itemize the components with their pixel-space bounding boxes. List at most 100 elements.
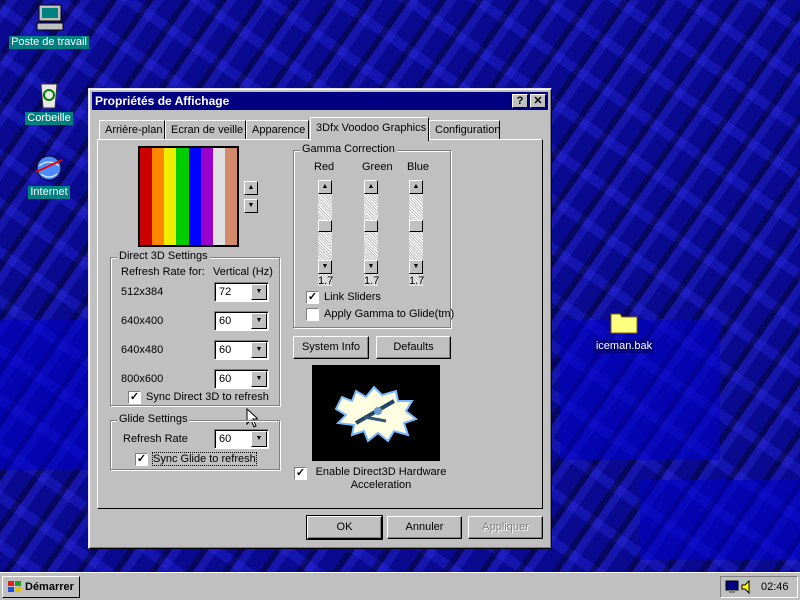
gamma-red-label: Red bbox=[314, 161, 335, 173]
sync-glide-checkbox[interactable]: ✓ bbox=[135, 453, 148, 466]
window-titlebar[interactable]: Propriétés de Affichage ? ✕ bbox=[92, 92, 548, 110]
gamma-green-thumb[interactable] bbox=[364, 220, 378, 232]
gamma-blue-down-button[interactable]: ▼ bbox=[409, 260, 423, 274]
sync-direct3d-checkbox[interactable]: ✓ bbox=[128, 391, 141, 404]
color-bar bbox=[164, 148, 177, 245]
resolution-label-512x384: 512x384 bbox=[121, 286, 164, 298]
refresh-select-800x600[interactable]: 60 ▼ bbox=[214, 369, 269, 389]
recycle-bin-icon bbox=[33, 78, 65, 110]
volume-speaker-icon[interactable] bbox=[740, 580, 754, 594]
vertical-hz-label: Vertical (Hz) bbox=[213, 266, 273, 278]
color-bar bbox=[212, 148, 225, 245]
color-bar bbox=[188, 148, 201, 245]
link-sliders-label: Link Sliders bbox=[324, 291, 381, 303]
gamma-red-up-button[interactable]: ▲ bbox=[318, 180, 332, 194]
folder-icon bbox=[608, 306, 640, 338]
tab-arriere-plan[interactable]: Arrière-plan bbox=[99, 120, 165, 140]
start-label: Démarrer bbox=[25, 581, 74, 593]
resolution-label-640x480: 640x480 bbox=[121, 344, 164, 356]
chevron-down-icon[interactable]: ▼ bbox=[251, 284, 267, 300]
gamma-green-label: Green bbox=[362, 161, 393, 173]
desktop-icon-label: Internet bbox=[28, 186, 70, 199]
desktop-pattern bbox=[640, 480, 800, 560]
gamma-blue-thumb[interactable] bbox=[409, 220, 423, 232]
color-bars-preview bbox=[138, 146, 239, 247]
desktop-icon-label: iceman.bak bbox=[593, 340, 655, 353]
close-button[interactable]: ✕ bbox=[530, 94, 546, 108]
enable-d3d-label: Enable Direct3D Hardware Acceleration bbox=[315, 466, 447, 491]
sync-direct3d-label: Sync Direct 3D to refresh bbox=[146, 391, 269, 403]
resolution-label-800x600: 800x600 bbox=[121, 373, 164, 385]
refresh-select-512x384[interactable]: 72 ▼ bbox=[214, 282, 269, 302]
gamma-green-value: 1.7 bbox=[364, 275, 380, 287]
gamma-green-up-button[interactable]: ▲ bbox=[364, 180, 378, 194]
desktop-icon-recycle-bin[interactable]: Corbeille bbox=[7, 78, 91, 125]
windows-logo-icon bbox=[8, 581, 21, 592]
preview-spin-up-button[interactable]: ▲ bbox=[244, 181, 258, 195]
apply-button[interactable]: Appliquer bbox=[468, 516, 543, 539]
desktop-icon-label: Poste de travail bbox=[9, 36, 89, 49]
tab-panel-3dfx: ▲ ▼ Direct 3D Settings Refresh Rate for:… bbox=[97, 139, 543, 509]
refresh-select-640x400[interactable]: 60 ▼ bbox=[214, 311, 269, 331]
desktop-pattern bbox=[0, 320, 90, 470]
desktop-icon-my-computer[interactable]: Poste de travail bbox=[7, 2, 91, 49]
chevron-down-icon[interactable]: ▼ bbox=[251, 371, 267, 387]
chevron-down-icon[interactable]: ▼ bbox=[251, 342, 267, 358]
tab-3dfx-voodoo-graphics[interactable]: 3Dfx Voodoo Graphics bbox=[310, 117, 429, 141]
refresh-rate-for-label: Refresh Rate for: bbox=[121, 266, 205, 278]
window-title: Propriétés de Affichage bbox=[95, 94, 230, 108]
chevron-down-icon[interactable]: ▼ bbox=[251, 313, 267, 329]
gamma-green-down-button[interactable]: ▼ bbox=[364, 260, 378, 274]
taskbar: Démarrer 02:46 bbox=[0, 572, 800, 600]
color-bar bbox=[200, 148, 213, 245]
chevron-down-icon[interactable]: ▼ bbox=[251, 431, 267, 447]
help-button[interactable]: ? bbox=[512, 94, 528, 108]
sync-glide-label: Sync Glide to refresh bbox=[152, 452, 257, 466]
internet-globe-icon bbox=[33, 152, 65, 184]
apply-gamma-glide-label: Apply Gamma to Glide(tm) bbox=[324, 308, 455, 320]
glide-refresh-select[interactable]: 60 ▼ bbox=[214, 429, 269, 449]
gamma-blue-value: 1.7 bbox=[409, 275, 425, 287]
gamma-correction-group: Gamma Correction Red Green Blue ▲ ▼ 1.7 … bbox=[293, 143, 455, 328]
display-settings-icon[interactable] bbox=[725, 580, 739, 594]
resolution-label-640x400: 640x400 bbox=[121, 315, 164, 327]
gamma-red-down-button[interactable]: ▼ bbox=[318, 260, 332, 274]
display-properties-window: Propriétés de Affichage ? ✕ Arrière-plan… bbox=[88, 88, 552, 549]
my-computer-icon bbox=[33, 2, 65, 34]
ok-button[interactable]: OK bbox=[306, 515, 383, 540]
refresh-select-value: 60 bbox=[219, 315, 232, 327]
start-button[interactable]: Démarrer bbox=[2, 576, 80, 598]
tab-apparence[interactable]: Apparence bbox=[246, 120, 309, 140]
glide-refresh-value: 60 bbox=[219, 433, 232, 445]
glide-settings-group: Glide Settings Refresh Rate 60 ▼ ✓ Sync … bbox=[110, 413, 280, 470]
direct3d-settings-title: Direct 3D Settings bbox=[117, 250, 210, 262]
system-info-button[interactable]: System Info bbox=[293, 336, 369, 359]
refresh-select-640x480[interactable]: 60 ▼ bbox=[214, 340, 269, 360]
desktop-icon-iceman-bak[interactable]: iceman.bak bbox=[582, 306, 666, 353]
link-sliders-checkbox[interactable]: ✓ bbox=[306, 291, 319, 304]
enable-d3d-checkbox[interactable]: ✓ bbox=[294, 467, 307, 480]
gamma-correction-title: Gamma Correction bbox=[300, 143, 397, 155]
refresh-select-value: 72 bbox=[219, 286, 232, 298]
color-bar bbox=[152, 148, 165, 245]
refresh-select-value: 60 bbox=[219, 373, 232, 385]
glide-settings-title: Glide Settings bbox=[117, 413, 190, 425]
tab-configuration[interactable]: Configuration bbox=[429, 120, 500, 140]
3dfx-logo-image bbox=[312, 365, 440, 461]
clock: 02:46 bbox=[761, 581, 789, 593]
apply-gamma-glide-checkbox[interactable] bbox=[306, 308, 319, 321]
gamma-blue-up-button[interactable]: ▲ bbox=[409, 180, 423, 194]
direct3d-settings-group: Direct 3D Settings Refresh Rate for: Ver… bbox=[110, 250, 280, 406]
tab-ecran-de-veille[interactable]: Ecran de veille bbox=[165, 120, 246, 140]
refresh-select-value: 60 bbox=[219, 344, 232, 356]
gamma-red-thumb[interactable] bbox=[318, 220, 332, 232]
color-bar bbox=[176, 148, 189, 245]
defaults-button[interactable]: Defaults bbox=[376, 336, 451, 359]
desktop-icon-internet[interactable]: Internet bbox=[7, 152, 91, 199]
glide-refresh-rate-label: Refresh Rate bbox=[123, 433, 188, 445]
desktop-icon-label: Corbeille bbox=[25, 112, 73, 125]
preview-spin-down-button[interactable]: ▼ bbox=[244, 199, 258, 213]
gamma-red-value: 1.7 bbox=[318, 275, 334, 287]
gamma-blue-label: Blue bbox=[407, 161, 430, 173]
cancel-button[interactable]: Annuler bbox=[387, 516, 462, 539]
